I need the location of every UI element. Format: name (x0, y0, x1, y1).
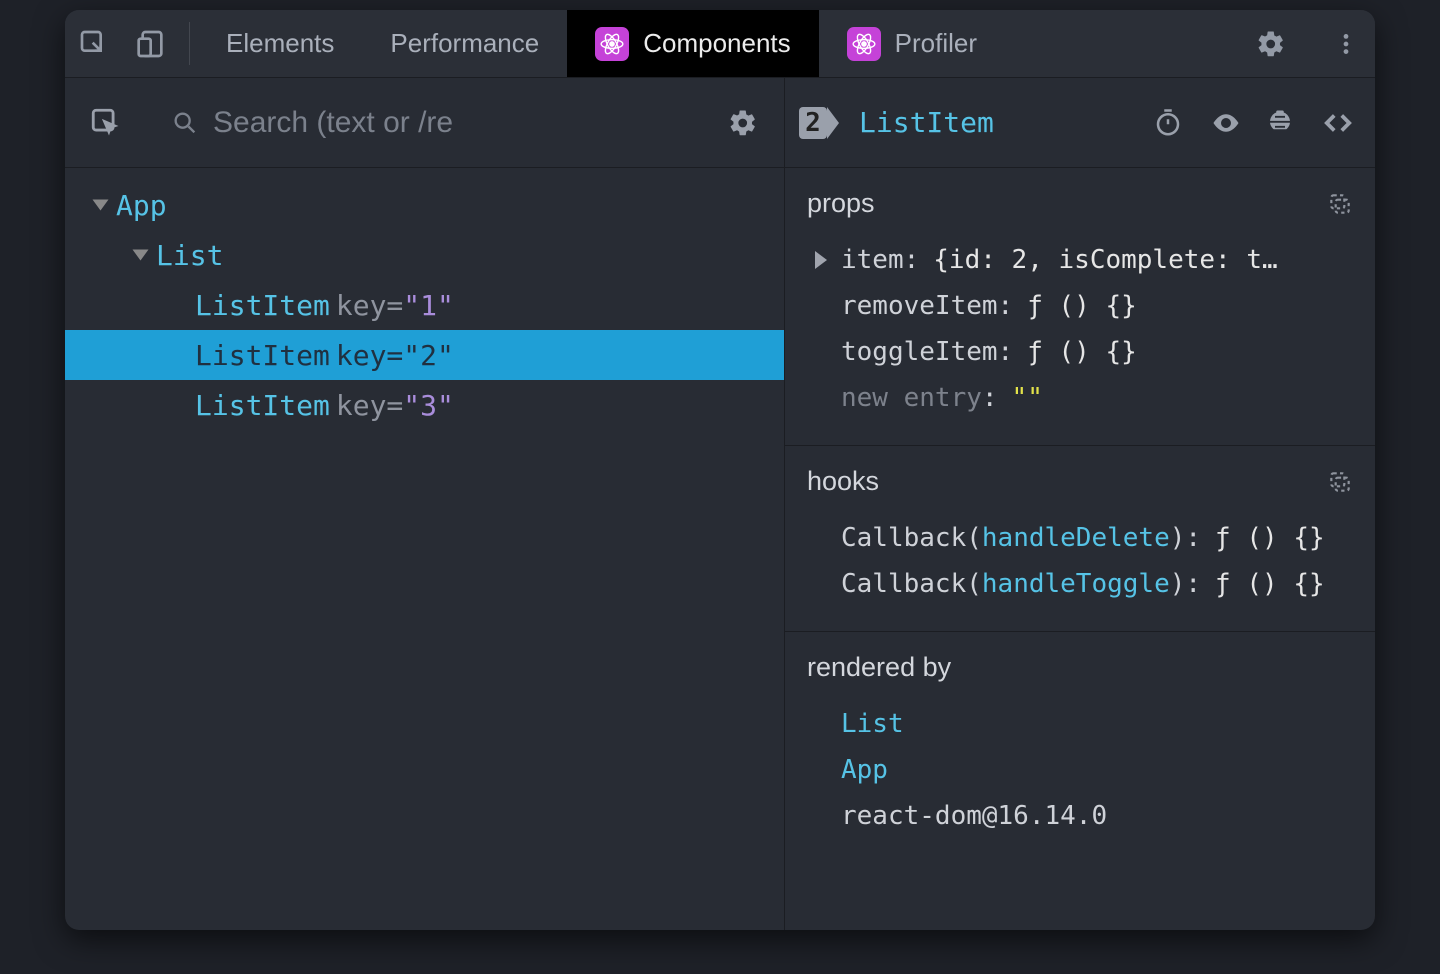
inspector-header: 2 ListItem (785, 78, 1375, 168)
tab-label: Components (643, 28, 790, 59)
copy-icon[interactable] (1327, 469, 1353, 495)
expand-icon[interactable] (815, 251, 827, 269)
device-toolbar-icon[interactable] (123, 10, 181, 77)
prop-key: removeItem (841, 291, 998, 321)
rendered-by-label: react-dom@16.14.0 (841, 801, 1107, 831)
component-name: ListItem (195, 389, 330, 422)
section-title: props (807, 188, 875, 219)
component-tree-panel: AppListListItem key="1"ListItem key="2"L… (65, 78, 785, 930)
react-icon (595, 27, 629, 61)
tab-components[interactable]: Components (567, 10, 818, 77)
tab-label: Elements (226, 28, 334, 59)
hook-arg: handleToggle (982, 569, 1170, 599)
search-icon (171, 109, 199, 137)
devtools-tabstrip: Elements Performance Components Profiler (65, 10, 1375, 78)
hooks-section: hooks Callback(handleDelete):ƒ () {}Call… (785, 446, 1375, 632)
key-value: "2" (403, 339, 454, 372)
hook-arg: handleDelete (982, 523, 1170, 553)
prop-row[interactable]: item:{id: 2, isComplete: t… (807, 237, 1353, 283)
suspend-icon[interactable] (1153, 108, 1193, 138)
hook-row[interactable]: Callback(handleToggle):ƒ () {} (807, 561, 1353, 607)
inspect-dom-icon[interactable] (1209, 108, 1249, 138)
component-name: List (156, 239, 223, 272)
new-prop-entry[interactable]: new entry: "" (807, 375, 1353, 421)
section-title: rendered by (807, 652, 951, 683)
log-to-console-icon[interactable] (1265, 108, 1305, 138)
prop-value: {id: 2, isComplete: t… (933, 245, 1277, 275)
rendered-by-row: react-dom@16.14.0 (807, 793, 1353, 839)
view-source-icon[interactable] (1321, 108, 1361, 138)
rendered-by-row[interactable]: List (807, 701, 1353, 747)
tree-row[interactable]: ListItem key="2" (65, 330, 784, 380)
main-split: AppListListItem key="1"ListItem key="2"L… (65, 78, 1375, 930)
key-badge: 2 (799, 107, 827, 139)
component-tree[interactable]: AppListListItem key="1"ListItem key="2"L… (65, 168, 784, 930)
rendered-by-label: App (841, 755, 888, 785)
tree-row[interactable]: List (65, 230, 784, 280)
expand-icon[interactable] (93, 200, 109, 211)
more-menu-icon[interactable] (1317, 31, 1375, 57)
expand-icon[interactable] (133, 250, 149, 261)
key-label: key= (336, 339, 403, 372)
inspector-panel: 2 ListItem props item:{id: 2, isComplete… (785, 78, 1375, 930)
prop-key: item (841, 245, 904, 275)
hook-value: ƒ () {} (1215, 569, 1325, 599)
rendered-by-label: List (841, 709, 904, 739)
tab-performance[interactable]: Performance (362, 10, 567, 77)
key-value: "3" (403, 389, 454, 422)
hook-name: Callback (841, 569, 966, 599)
hook-row[interactable]: Callback(handleDelete):ƒ () {} (807, 515, 1353, 561)
react-icon (847, 27, 881, 61)
search-box[interactable] (163, 106, 686, 140)
tab-label: Performance (390, 28, 539, 59)
prop-key: toggleItem (841, 337, 998, 367)
settings-icon[interactable] (1242, 29, 1300, 59)
divider (189, 22, 190, 65)
selected-component-name: ListItem (859, 106, 994, 139)
component-name: ListItem (195, 339, 330, 372)
tree-toolbar (65, 78, 784, 168)
hook-name: Callback (841, 523, 966, 553)
tab-elements[interactable]: Elements (198, 10, 362, 77)
rendered-by-row[interactable]: App (807, 747, 1353, 793)
tree-settings-icon[interactable] (718, 98, 768, 148)
prop-row[interactable]: toggleItem:ƒ () {} (807, 329, 1353, 375)
key-label: key= (336, 389, 403, 422)
key-label: key= (336, 289, 403, 322)
tab-profiler[interactable]: Profiler (819, 10, 1005, 77)
devtools-window: Elements Performance Components Profiler (65, 10, 1375, 930)
section-title: hooks (807, 466, 879, 497)
rendered-by-section: rendered by List App react-dom@16.14.0 (785, 632, 1375, 863)
copy-icon[interactable] (1327, 191, 1353, 217)
tree-row[interactable]: App (65, 180, 784, 230)
key-value: "1" (403, 289, 454, 322)
inspect-element-icon[interactable] (65, 10, 123, 77)
props-section: props item:{id: 2, isComplete: t…removeI… (785, 168, 1375, 446)
hook-value: ƒ () {} (1215, 523, 1325, 553)
prop-value: ƒ () {} (1027, 291, 1137, 321)
tree-row[interactable]: ListItem key="3" (65, 380, 784, 430)
select-element-icon[interactable] (81, 98, 131, 148)
tree-row[interactable]: ListItem key="1" (65, 280, 784, 330)
search-input[interactable] (213, 106, 686, 140)
prop-row[interactable]: removeItem:ƒ () {} (807, 283, 1353, 329)
prop-value: ƒ () {} (1027, 337, 1137, 367)
component-name: ListItem (195, 289, 330, 322)
component-name: App (116, 189, 167, 222)
tab-label: Profiler (895, 28, 977, 59)
